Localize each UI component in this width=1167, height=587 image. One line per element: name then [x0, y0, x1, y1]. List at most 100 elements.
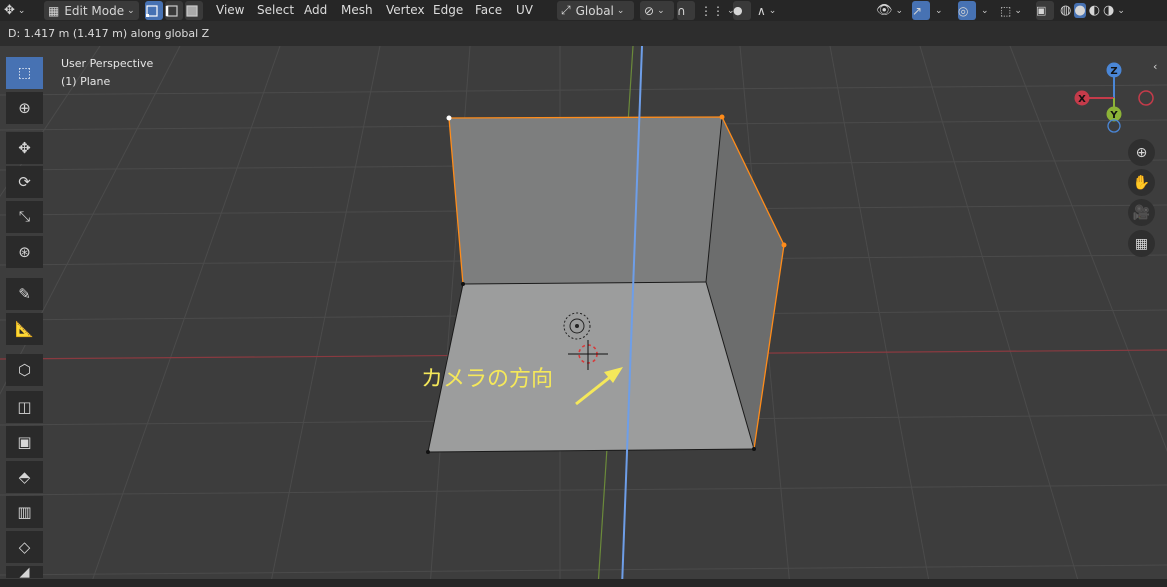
- gizmo-neg-z-axis[interactable]: [1107, 119, 1121, 133]
- pan-button[interactable]: ✋: [1128, 169, 1155, 196]
- menu-uv[interactable]: UV: [516, 3, 533, 17]
- poly-build-icon: ◢: [19, 566, 30, 578]
- camera-view-icon: 🎥: [1132, 204, 1151, 221]
- gizmo-y-label: Y: [1109, 110, 1118, 121]
- edge-select-button[interactable]: [165, 1, 183, 20]
- editor-type-icon: ✥: [4, 3, 15, 18]
- falloff-curve-icon: ∧: [757, 3, 766, 18]
- vertex[interactable]: [426, 450, 430, 454]
- object-name: (1) Plane: [61, 75, 111, 88]
- transform-tool[interactable]: ⊛: [6, 236, 43, 268]
- rotate-icon: ⟳: [18, 173, 31, 191]
- material-shading-icon[interactable]: ◐: [1089, 3, 1100, 18]
- vertex-select-icon: [146, 4, 158, 17]
- 3d-viewport[interactable]: User Perspective (1) Plane カメラの方向 Z X Y …: [0, 46, 1167, 587]
- sidebar-toggle[interactable]: ‹: [1153, 60, 1157, 73]
- measure-tool[interactable]: 📐: [6, 313, 43, 345]
- mode-selector[interactable]: ▦ Edit Mode ⌄: [44, 1, 139, 20]
- gizmo-options[interactable]: ⌄: [932, 1, 943, 20]
- snap-increment-icon: ⋮⋮: [700, 3, 724, 18]
- xray-toggle[interactable]: ▣: [1036, 1, 1054, 20]
- edit-mode-icon: ▦: [48, 3, 60, 18]
- menu-vertex[interactable]: Vertex: [386, 3, 425, 17]
- camera-view-button[interactable]: 🎥: [1128, 199, 1155, 226]
- overlay-options[interactable]: ⌄: [978, 1, 989, 20]
- extrude-tool[interactable]: ◫: [6, 391, 43, 423]
- proportional-edit-icon: ●: [733, 4, 743, 17]
- poly-build-tool[interactable]: ◢: [6, 566, 43, 578]
- chevron-down-icon: ⌄: [935, 5, 943, 16]
- loop-cut-icon: ▥: [17, 503, 32, 521]
- vertex[interactable]: [752, 447, 756, 451]
- bottom-edge: [0, 579, 1167, 587]
- select-box-icon: ⬚: [17, 65, 32, 81]
- measure-icon: 📐: [15, 320, 34, 338]
- menu-edge[interactable]: Edge: [433, 3, 463, 17]
- add-cube-tool[interactable]: ⬡: [6, 354, 43, 386]
- wireframe-shading-icon[interactable]: ◍: [1060, 3, 1071, 18]
- gizmo-neg-x-axis[interactable]: [1138, 90, 1154, 106]
- active-vertex[interactable]: [446, 115, 452, 121]
- move-icon: ✥: [18, 139, 31, 157]
- menu-select[interactable]: Select: [257, 3, 294, 17]
- inset-tool[interactable]: ▣: [6, 426, 43, 458]
- pan-hand-icon: ✋: [1132, 174, 1151, 191]
- ortho-toggle-button[interactable]: ▦: [1128, 230, 1155, 257]
- chevron-down-icon: ⌄: [895, 5, 904, 16]
- chevron-down-icon[interactable]: ⌄: [1117, 6, 1125, 16]
- magnet-icon: ∩: [677, 3, 686, 18]
- navigation-gizmo[interactable]: Z X Y: [1072, 59, 1162, 139]
- proportional-edit-toggle[interactable]: ●: [733, 1, 751, 20]
- transform-status-bar: D: 1.417 m (1.417 m) along global Z: [0, 21, 1167, 46]
- mesh-edit-overlays[interactable]: ⬚ ⌄: [1000, 1, 1022, 20]
- menu-view[interactable]: View: [216, 3, 244, 17]
- inset-icon: ▣: [17, 433, 32, 451]
- loop-cut-tool[interactable]: ▥: [6, 496, 43, 528]
- scale-tool[interactable]: ⤡: [6, 201, 43, 233]
- orientation-icon: ⤢: [561, 3, 571, 17]
- menu-face[interactable]: Face: [475, 3, 502, 17]
- add-cube-icon: ⬡: [17, 361, 32, 379]
- header-bar: ✥ ⌄ ▦ Edit Mode ⌄ View Select Add Mesh Ve…: [0, 0, 1167, 21]
- xray-icon: ▣: [1036, 4, 1047, 17]
- vertex-select-button[interactable]: [145, 1, 163, 20]
- gizmo-toggle[interactable]: ↗: [912, 1, 930, 20]
- gizmo-z-label: Z: [1110, 66, 1117, 77]
- annotate-tool[interactable]: ✎: [6, 278, 43, 310]
- select-box-tool[interactable]: ⬚: [6, 57, 43, 89]
- rendered-shading-icon[interactable]: ◑: [1103, 3, 1114, 18]
- rotate-tool[interactable]: ⟳: [6, 166, 43, 198]
- face-select-button[interactable]: [185, 1, 203, 20]
- snap-target-selector[interactable]: ⋮⋮ ⌄: [700, 1, 735, 20]
- move-tool[interactable]: ✥: [6, 132, 43, 164]
- back-wall-face[interactable]: [449, 117, 722, 284]
- falloff-selector[interactable]: ∧ ⌄: [757, 1, 776, 20]
- cursor-tool[interactable]: ⊕: [6, 92, 43, 124]
- knife-tool[interactable]: ◇: [6, 531, 43, 563]
- gizmo-x-label: X: [1078, 94, 1086, 105]
- zoom-button[interactable]: ⊕: [1128, 139, 1155, 166]
- selected-vertex[interactable]: [781, 242, 787, 248]
- chevron-down-icon: ⌄: [127, 5, 135, 16]
- selected-vertex[interactable]: [719, 114, 725, 120]
- vertex[interactable]: [461, 282, 465, 286]
- chevron-left-icon: ‹: [1153, 60, 1158, 73]
- menu-mesh[interactable]: Mesh: [341, 3, 373, 17]
- chevron-down-icon: ⌄: [768, 5, 777, 16]
- visibility-selector[interactable]: 👁 ⌄: [876, 1, 903, 20]
- overlay-toggle[interactable]: ◎: [958, 1, 976, 20]
- menu-add[interactable]: Add: [304, 3, 327, 17]
- grid-ortho-icon: ▦: [1134, 235, 1149, 252]
- editor-type-selector[interactable]: ✥ ⌄: [4, 1, 25, 20]
- snap-toggle[interactable]: ∩: [677, 1, 695, 20]
- shading-buttons: ◍ ● ◐ ◑ ⌄: [1060, 1, 1125, 20]
- orientation-selector[interactable]: ⤢ Global ⌄: [557, 1, 634, 20]
- solid-shading-icon[interactable]: ●: [1074, 3, 1086, 18]
- pivot-point-selector[interactable]: ⊘ ⌄: [640, 1, 674, 20]
- camera-direction-label: カメラの方向: [421, 367, 554, 392]
- annotate-icon: ✎: [18, 285, 31, 303]
- mode-label: Edit Mode: [64, 3, 125, 18]
- chevron-down-icon: ⌄: [17, 5, 26, 16]
- bevel-tool[interactable]: ⬘: [6, 461, 43, 493]
- zoom-icon: ⊕: [1135, 144, 1148, 161]
